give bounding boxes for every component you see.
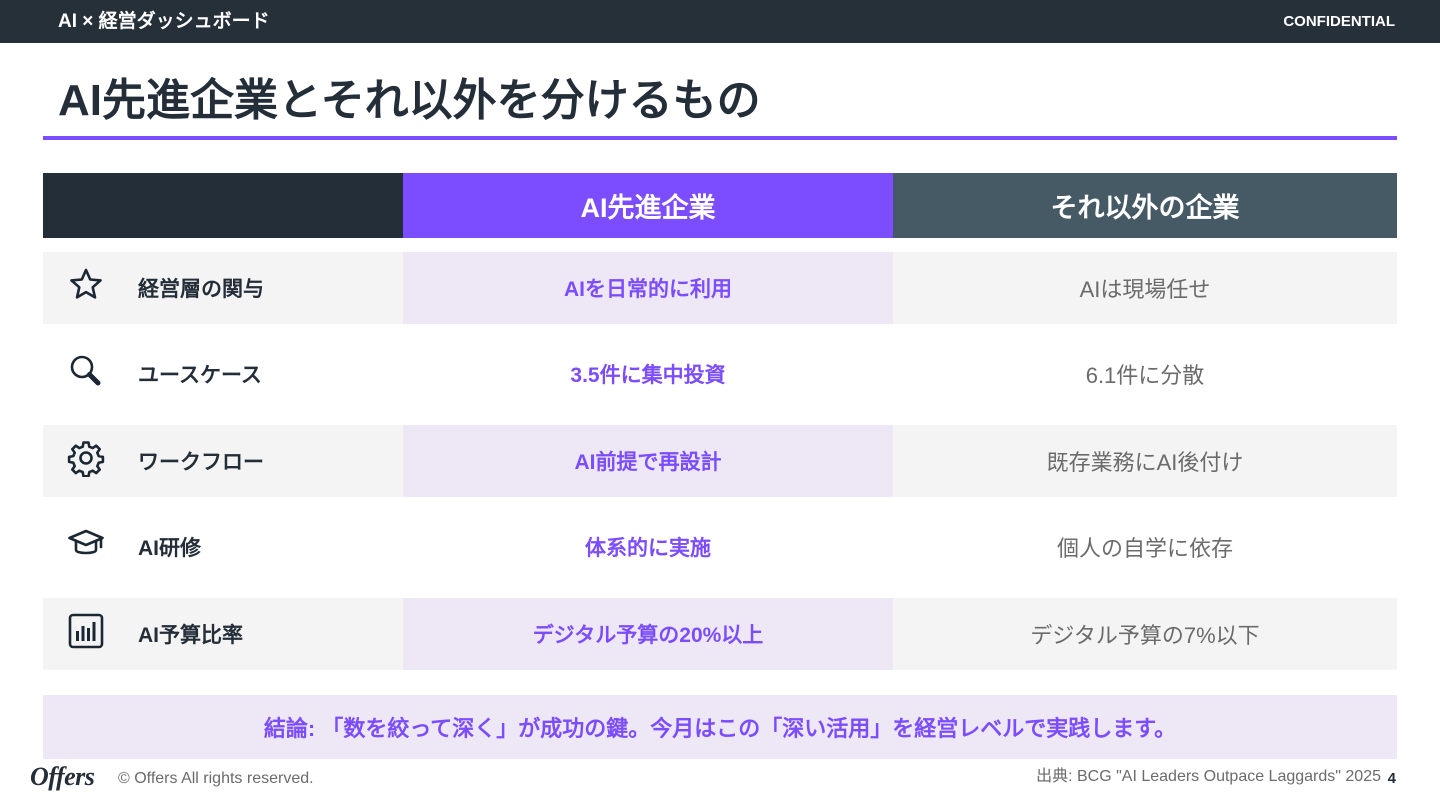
table-header-advanced: AI先進企業 [403,173,893,238]
source-citation: 出典: BCG "AI Leaders Outpace Laggards" 20… [1036,768,1381,785]
table-row: ワークフロー AI前提で再設計 既存業務にAI後付け [43,425,1397,497]
table-row: ユースケース 3.5件に集中投資 6.1件に分散 [43,338,1397,410]
advanced-value: デジタル予算の20%以上 [403,598,893,670]
copyright-text: © Offers All rights reserved. [118,770,314,787]
row-label: AI研修 [138,537,201,560]
advanced-value: AIを日常的に利用 [403,252,893,324]
gear-icon [67,439,105,478]
others-value: 6.1件に分散 [1085,363,1205,388]
row-label: AI予算比率 [138,624,243,647]
row-label: 経営層の関与 [138,278,264,301]
advanced-value: 3.5件に集中投資 [570,364,726,387]
advanced-value: AI前提で再設計 [403,425,893,497]
others-value: AIは現場任せ [1079,277,1211,302]
magnifier-icon [67,352,105,390]
others-value: 個人の自学に依存 [1056,536,1233,561]
confidential-label: CONFIDENTIAL [1283,13,1395,30]
others-value: デジタル予算の7%以下 [1030,623,1260,648]
row-label: ワークフロー [138,451,264,474]
others-value: 既存業務にAI後付け [1046,450,1244,475]
page-number: 4 [1387,770,1396,787]
table-row: AI研修 体系的に実施 個人の自学に依存 [43,511,1397,583]
table-row: AI予算比率 デジタル予算の20%以上 デジタル予算の7%以下 [43,598,1397,670]
table-row: 経営層の関与 AIを日常的に利用 AIは現場任せ [43,252,1397,324]
page-title: AI先進企業とそれ以外を分けるもの [58,76,761,125]
title-underline [43,136,1397,140]
star-icon [67,266,105,304]
dashboard-brand: AI × 経営ダッシュボード [58,11,270,32]
row-label: ユースケース [138,364,262,387]
top-bar: AI × 経営ダッシュボード CONFIDENTIAL [0,0,1440,43]
table-header-empty [43,173,403,238]
conclusion-banner: 結論: 「数を絞って深く」が成功の鍵。今月はこの「深い活用」を経営レベルで実践し… [43,695,1397,759]
offers-logo: Offers [30,762,95,791]
bar-chart-icon [67,612,105,650]
table-header-others: それ以外の企業 [893,173,1397,238]
advanced-value: 体系的に実施 [585,537,711,560]
graduation-cap-icon [67,525,105,563]
